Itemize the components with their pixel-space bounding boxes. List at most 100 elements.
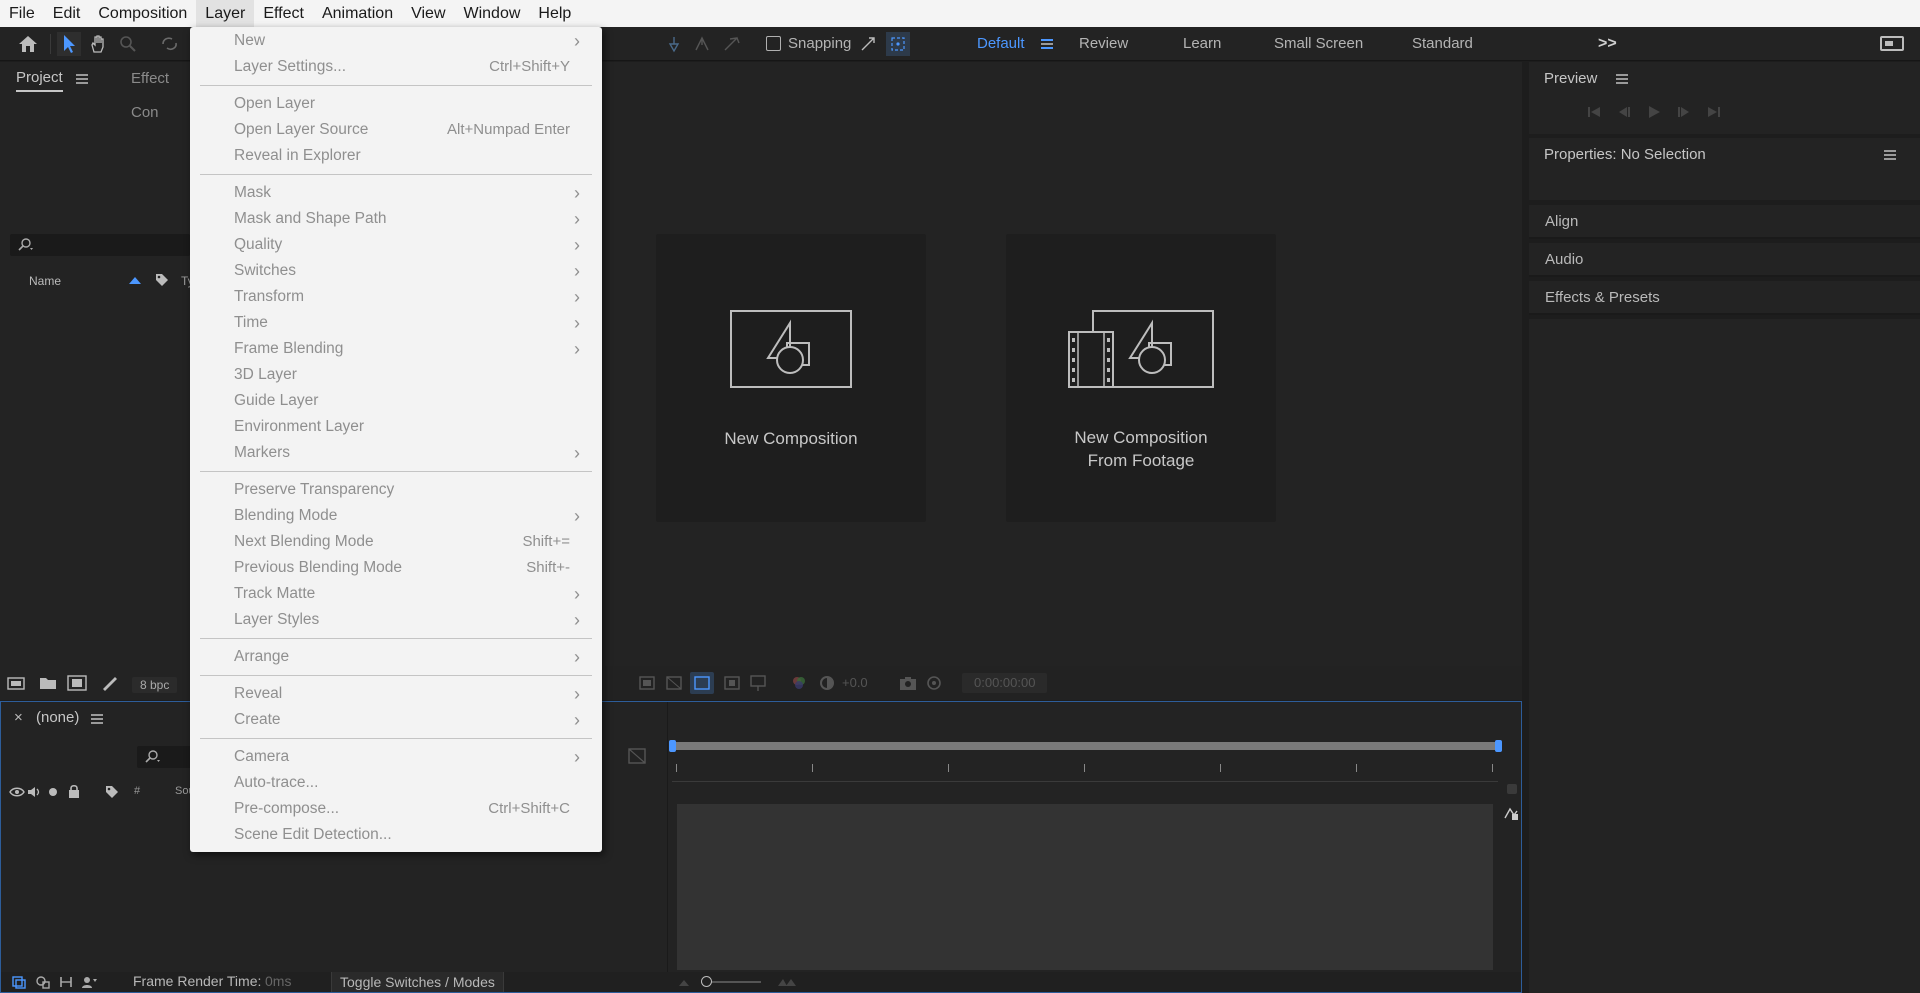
layer-menu-item[interactable]: Quality › bbox=[190, 232, 602, 258]
timeline-scrollbar[interactable] bbox=[1507, 784, 1517, 794]
work-area-end-handle[interactable] bbox=[1495, 740, 1502, 752]
play-icon[interactable] bbox=[1646, 105, 1662, 119]
timeline-close-icon[interactable]: × bbox=[14, 709, 23, 726]
layer-menu-item[interactable]: Arrange › bbox=[190, 644, 602, 670]
snapping-checkbox[interactable] bbox=[766, 36, 781, 51]
layer-menu-item[interactable]: Layer Settings... Ctrl+Shift+Y bbox=[190, 54, 602, 80]
layer-menu-item[interactable]: Create › bbox=[190, 707, 602, 733]
lock-icon[interactable] bbox=[67, 784, 81, 799]
pin-tool-icon[interactable] bbox=[662, 32, 686, 56]
last-frame-icon[interactable] bbox=[1706, 105, 1722, 119]
menu-view[interactable]: View bbox=[402, 0, 454, 27]
layer-menu-item[interactable]: Markers › bbox=[190, 440, 602, 466]
exposure-value[interactable]: +0.0 bbox=[842, 666, 868, 700]
layer-menu-item[interactable]: Open Layer Source Alt+Numpad Enter bbox=[190, 117, 602, 143]
graph-editor-icon[interactable] bbox=[1503, 806, 1519, 822]
layer-menu-item[interactable]: Mask › bbox=[190, 180, 602, 206]
workspace-default[interactable]: Default bbox=[977, 27, 1025, 61]
tab-project[interactable]: Project bbox=[16, 62, 63, 92]
rotate-tool-icon[interactable] bbox=[158, 32, 182, 56]
work-area-start-handle[interactable] bbox=[669, 740, 676, 752]
layer-menu-item[interactable]: Auto-trace... bbox=[190, 770, 602, 796]
properties-menu-icon[interactable] bbox=[1884, 150, 1896, 160]
guides-icon[interactable] bbox=[749, 674, 767, 692]
menu-edit[interactable]: Edit bbox=[44, 0, 90, 27]
new-composition-icon[interactable] bbox=[66, 674, 88, 692]
menu-window[interactable]: Window bbox=[455, 0, 530, 27]
layer-menu-item[interactable]: Environment Layer bbox=[190, 414, 602, 440]
layer-menu-item[interactable]: Mask and Shape Path › bbox=[190, 206, 602, 232]
zoom-slider-thumb[interactable] bbox=[701, 976, 712, 987]
effects-presets-panel-header[interactable]: Effects & Presets bbox=[1529, 281, 1920, 315]
render-time-icon[interactable] bbox=[81, 975, 99, 989]
puppet-bend-icon[interactable] bbox=[720, 32, 744, 56]
layer-menu-item[interactable]: Camera › bbox=[190, 744, 602, 770]
layer-menu-item[interactable]: Previous Blending Mode Shift+- bbox=[190, 555, 602, 581]
project-menu-icon[interactable] bbox=[76, 74, 88, 84]
toggle-switches-modes-button[interactable]: Toggle Switches / Modes bbox=[331, 972, 504, 992]
new-composition-card[interactable]: New Composition bbox=[656, 234, 926, 522]
resolution-icon[interactable] bbox=[723, 674, 741, 692]
audio-icon[interactable] bbox=[27, 785, 41, 799]
comp-flowchart-icon[interactable] bbox=[627, 746, 647, 766]
layer-menu-item[interactable]: Pre-compose... Ctrl+Shift+C bbox=[190, 796, 602, 822]
menu-file[interactable]: File bbox=[0, 0, 44, 27]
timeline-comp-name[interactable]: (none) bbox=[36, 709, 79, 726]
menu-layer[interactable]: Layer bbox=[196, 0, 255, 27]
layer-menu-item[interactable]: Guide Layer bbox=[190, 388, 602, 414]
layer-menu-item[interactable]: Frame Blending › bbox=[190, 336, 602, 362]
menu-animation[interactable]: Animation bbox=[313, 0, 402, 27]
layer-menu-item[interactable]: Time › bbox=[190, 310, 602, 336]
workspace-menu-icon[interactable] bbox=[1041, 39, 1053, 49]
layer-menu-item[interactable]: Layer Styles › bbox=[190, 607, 602, 633]
layer-menu-item[interactable]: Open Layer bbox=[190, 91, 602, 117]
workspace-standard[interactable]: Standard bbox=[1412, 27, 1473, 61]
snap-target-icon[interactable] bbox=[886, 32, 910, 56]
layer-menu-item[interactable]: 3D Layer bbox=[190, 362, 602, 388]
new-comp-from-footage-card[interactable]: New Composition From Footage bbox=[1006, 234, 1276, 522]
project-search-field[interactable] bbox=[10, 234, 190, 256]
zoom-out-icon[interactable] bbox=[677, 976, 691, 988]
align-panel-header[interactable]: Align bbox=[1529, 205, 1920, 239]
tab-effect-controls[interactable]: Effect Con bbox=[131, 62, 190, 121]
home-icon[interactable] bbox=[16, 32, 40, 56]
solo-icon[interactable] bbox=[48, 787, 58, 797]
timeline-label-icon[interactable] bbox=[104, 784, 120, 800]
region-of-interest-icon[interactable] bbox=[638, 674, 656, 692]
selection-tool-icon[interactable] bbox=[57, 32, 81, 56]
zoom-tool-icon[interactable] bbox=[116, 32, 140, 56]
layer-menu-item[interactable]: Transform › bbox=[190, 284, 602, 310]
panel-layout-icon[interactable] bbox=[1880, 36, 1904, 51]
workspace-review[interactable]: Review bbox=[1079, 27, 1128, 61]
mask-visibility-icon[interactable] bbox=[690, 672, 714, 694]
new-folder-icon[interactable] bbox=[38, 675, 58, 691]
label-tag-icon[interactable] bbox=[154, 272, 170, 288]
layer-menu-item[interactable]: Next Blending Mode Shift+= bbox=[190, 529, 602, 555]
new-adjustment-icon[interactable] bbox=[100, 674, 120, 692]
in-out-stretch-icon[interactable] bbox=[58, 975, 74, 989]
comp-timecode[interactable]: 0:00:00:00 bbox=[962, 673, 1048, 693]
timeline-search-field[interactable] bbox=[137, 746, 191, 768]
menu-effect[interactable]: Effect bbox=[254, 0, 313, 27]
menu-composition[interactable]: Composition bbox=[89, 0, 196, 27]
exposure-icon[interactable] bbox=[818, 674, 836, 692]
layer-menu-item[interactable]: Reveal in Explorer bbox=[190, 143, 602, 169]
snap-options-icon[interactable] bbox=[856, 32, 880, 56]
column-name-header[interactable]: Name bbox=[29, 274, 61, 288]
time-ruler[interactable] bbox=[672, 758, 1498, 782]
previous-frame-icon[interactable] bbox=[1616, 105, 1632, 119]
hand-tool-icon[interactable] bbox=[86, 32, 110, 56]
layer-menu-item[interactable]: Switches › bbox=[190, 258, 602, 284]
menu-help[interactable]: Help bbox=[529, 0, 580, 27]
first-frame-icon[interactable] bbox=[1586, 105, 1602, 119]
snapshot-icon[interactable] bbox=[898, 674, 918, 692]
layer-menu-item[interactable]: Blending Mode › bbox=[190, 503, 602, 529]
layer-menu-item[interactable]: New › bbox=[190, 28, 602, 54]
zoom-in-icon[interactable] bbox=[777, 976, 797, 988]
video-visibility-icon[interactable] bbox=[9, 786, 25, 798]
transfer-controls-icon[interactable] bbox=[35, 975, 51, 989]
preview-menu-icon[interactable] bbox=[1616, 74, 1628, 84]
color-channel-icon[interactable] bbox=[790, 674, 808, 692]
layer-switches-icon[interactable] bbox=[11, 975, 27, 989]
more-workspaces-icon[interactable]: >> bbox=[1598, 27, 1617, 61]
